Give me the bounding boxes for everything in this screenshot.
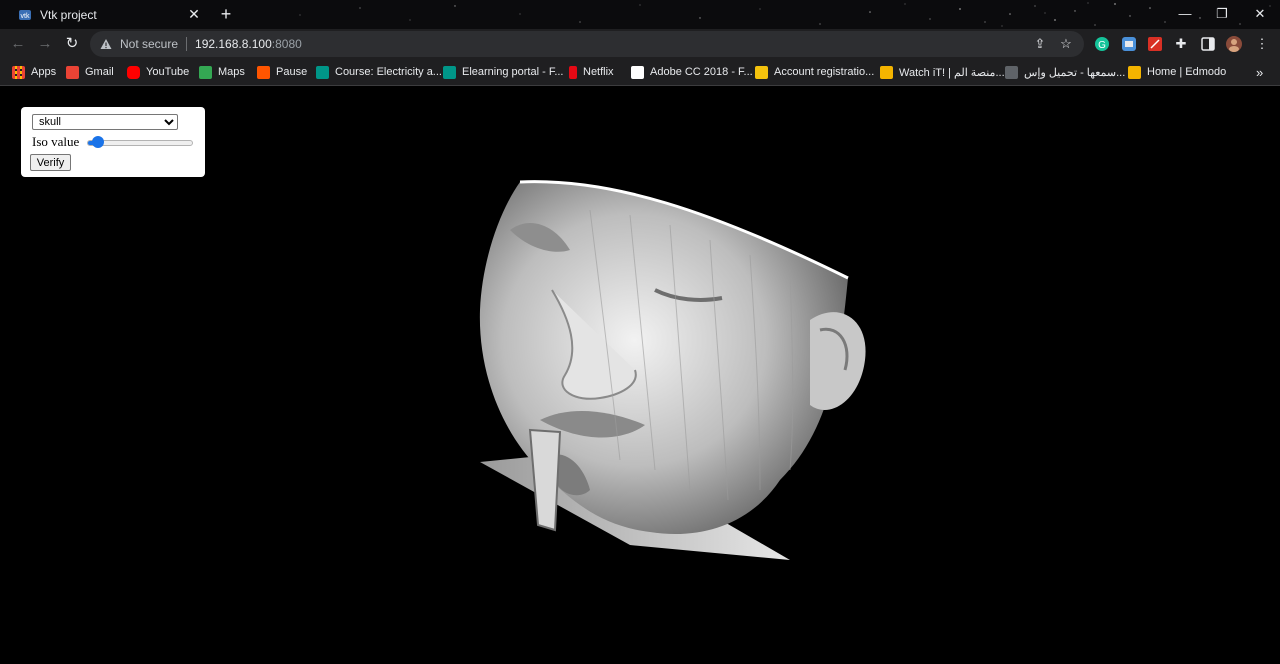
address-bar[interactable]: Not secure 192.168.8.100 :8080 ⇪ ☆ <box>90 31 1084 57</box>
security-label[interactable]: Not secure <box>120 37 178 51</box>
bookmarks-bar: Apps Gmail YouTube Maps Pause Course: El… <box>0 59 1280 86</box>
watchit-icon <box>880 65 893 79</box>
side-panel-icon[interactable] <box>1200 36 1216 52</box>
bookmark-gmail[interactable]: Gmail <box>66 64 114 80</box>
youtube-icon <box>127 65 140 79</box>
bookmarks-overflow-button[interactable]: » <box>1256 64 1263 80</box>
address-separator <box>186 37 188 51</box>
reload-icon[interactable]: ↻ <box>62 34 82 54</box>
control-panel: skull Iso value Verify <box>21 107 205 177</box>
iso-value-slider[interactable] <box>87 136 193 148</box>
bookmark-star-icon[interactable]: ☆ <box>1058 36 1074 52</box>
bookmark-pause[interactable]: Pause <box>257 64 307 80</box>
forward-icon[interactable]: → <box>35 34 55 54</box>
verify-button[interactable]: Verify <box>30 154 71 171</box>
close-window-icon[interactable]: ✕ <box>1250 4 1270 24</box>
soundcloud-icon <box>257 65 270 79</box>
minimize-icon[interactable]: — <box>1175 4 1195 24</box>
bookmark-maps[interactable]: Maps <box>199 64 245 80</box>
bookmark-adobe[interactable]: Adobe CC 2018 - F... <box>631 64 753 80</box>
share-icon[interactable]: ⇪ <box>1032 36 1048 52</box>
iso-slider-thumb[interactable] <box>92 136 104 148</box>
bookmark-audio[interactable]: سمعها - تحميل وإس... <box>1005 64 1125 80</box>
warning-icon <box>100 37 114 51</box>
bookmark-account[interactable]: Account registratio... <box>755 64 874 80</box>
audio-icon <box>1005 65 1018 79</box>
adobe-icon <box>631 65 644 79</box>
netflix-icon <box>569 65 577 79</box>
url-port[interactable]: :8080 <box>272 37 302 51</box>
dataset-select[interactable]: skull <box>32 114 178 130</box>
bookmark-netflix[interactable]: Netflix <box>569 64 614 80</box>
extensions-puzzle-icon[interactable]: ✚ <box>1173 36 1189 52</box>
skull-isosurface <box>479 180 866 560</box>
tab-title: Vtk project <box>40 7 97 22</box>
bookmark-elearning[interactable]: Elearning portal - F... <box>443 64 564 80</box>
profile-avatar-icon[interactable] <box>1226 36 1242 52</box>
bookmark-edmodo[interactable]: Home | Edmodo <box>1128 64 1226 80</box>
vtk-render-view[interactable] <box>460 170 880 570</box>
books-extension-icon[interactable] <box>1147 36 1163 52</box>
bookmark-watchit[interactable]: Watch iT! | منصة الم... <box>880 64 1005 80</box>
svg-text:vtk: vtk <box>21 13 30 20</box>
bookmark-youtube[interactable]: YouTube <box>127 64 189 80</box>
vtk-favicon-icon: vtk <box>18 8 32 22</box>
iso-value-label: Iso value <box>32 134 80 149</box>
folder-icon <box>755 65 768 79</box>
browser-toolbar: ← → ↻ Not secure 192.168.8.100 :8080 ⇪ ☆… <box>0 29 1280 59</box>
course-icon <box>316 65 329 79</box>
restore-icon[interactable]: ❐ <box>1212 4 1232 24</box>
back-icon[interactable]: ← <box>8 34 28 54</box>
menu-kebab-icon[interactable]: ⋮ <box>1254 36 1270 52</box>
bookmark-apps[interactable]: Apps <box>12 64 56 80</box>
apps-grid-icon <box>12 65 25 79</box>
svg-text:G: G <box>1098 40 1106 51</box>
bookmark-course[interactable]: Course: Electricity a... <box>316 64 442 80</box>
tab-strip: vtk Vtk project ✕ + — ❐ ✕ <box>0 0 1280 29</box>
url-host[interactable]: 192.168.8.100 <box>195 37 272 51</box>
grammarly-icon[interactable]: G <box>1094 36 1110 52</box>
translate-extension-icon[interactable] <box>1121 36 1137 52</box>
edmodo-icon <box>1128 65 1141 79</box>
gmail-icon <box>66 65 79 79</box>
active-tab[interactable]: vtk Vtk project ✕ <box>8 0 208 29</box>
new-tab-button[interactable]: + <box>216 4 236 24</box>
tab-close-icon[interactable]: ✕ <box>186 6 202 22</box>
elearning-icon <box>443 65 456 79</box>
maps-icon <box>199 65 212 79</box>
